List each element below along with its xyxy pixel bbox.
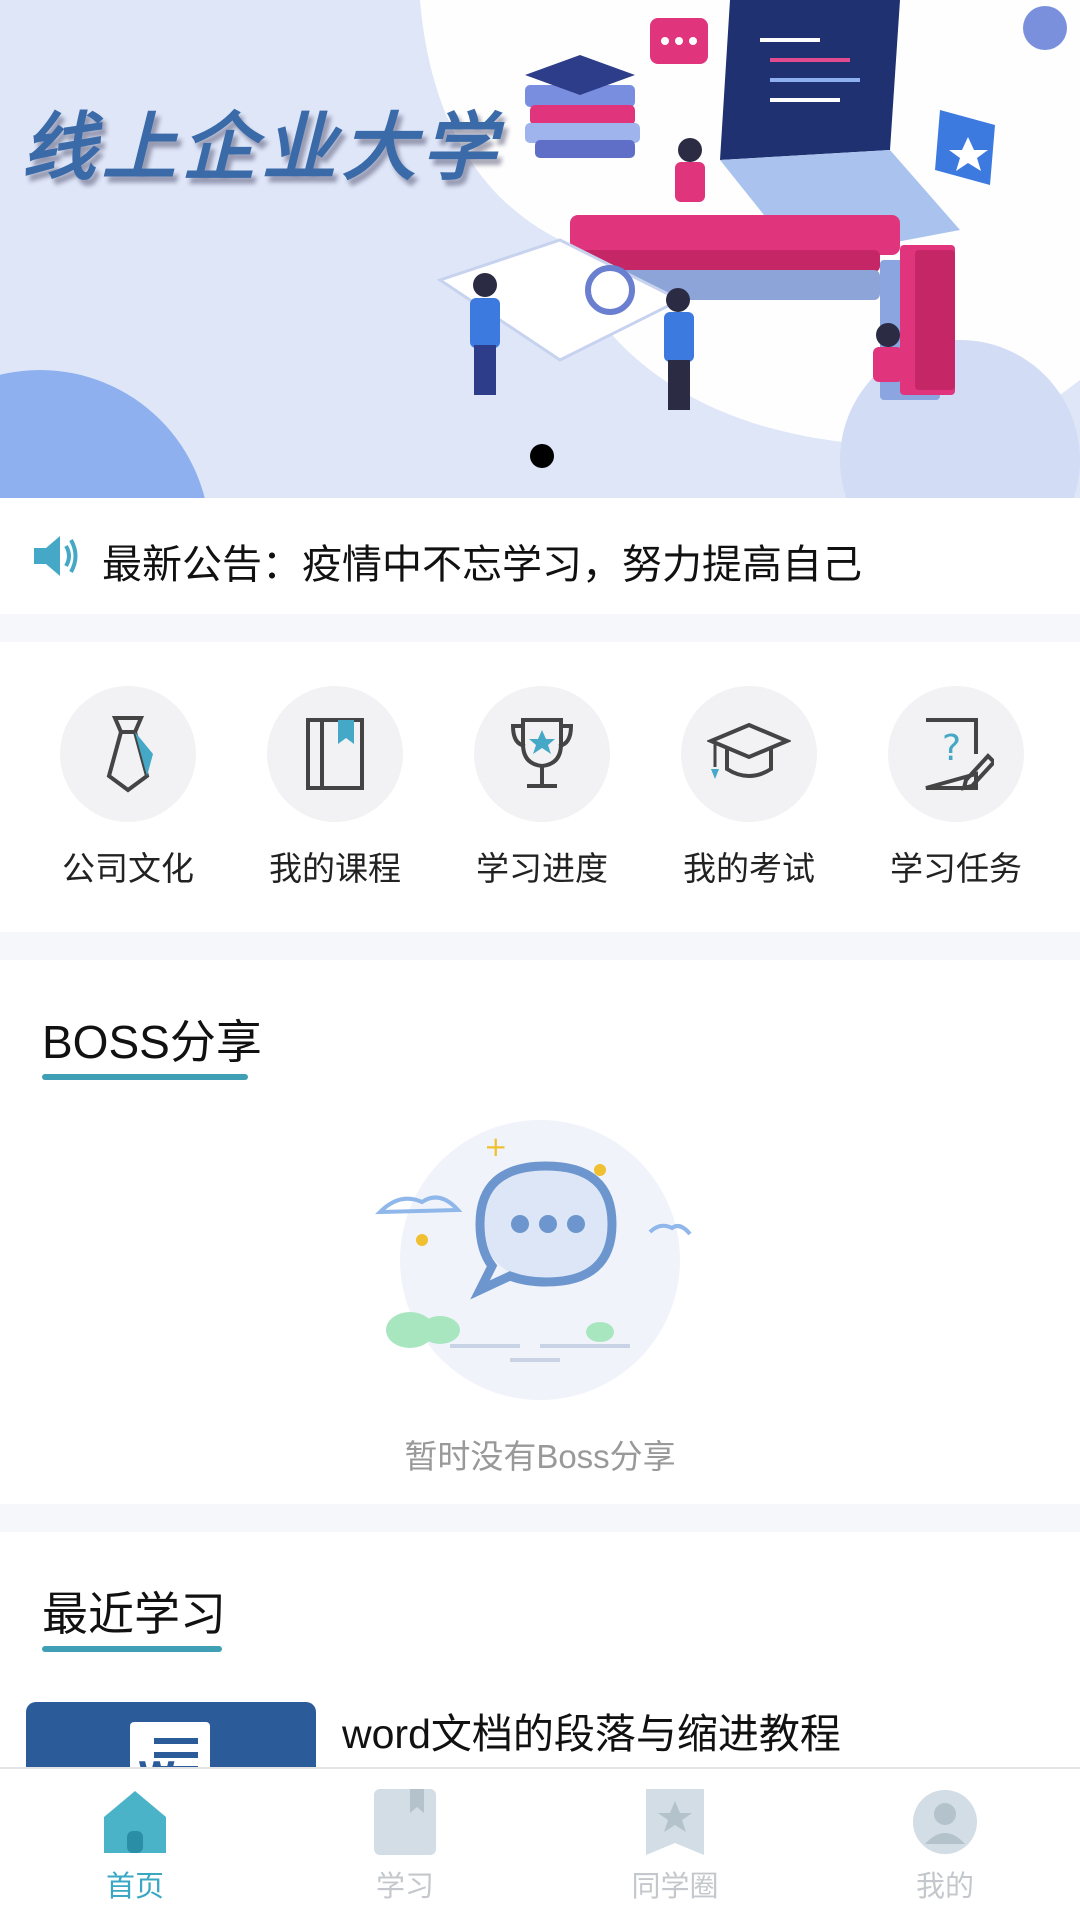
tab-label: 首页 — [105, 1871, 164, 1903]
task-edit-icon: ? — [925, 718, 994, 791]
menu-label: 学习进度 — [476, 850, 608, 887]
banner-carousel[interactable]: 线上企业大学 — [0, 0, 1080, 498]
section-underline — [42, 1074, 248, 1080]
trophy-icon — [510, 718, 574, 788]
menu-item-my-exams[interactable]: 我的考试 — [659, 686, 839, 890]
empty-state-text: 暂时没有Boss分享 — [404, 1438, 676, 1475]
boss-share-section: BOSS分享 + 暂时没有Boss分享 — [0, 960, 1080, 1504]
carousel-indicator[interactable] — [530, 444, 554, 468]
section-title: 最近学习 — [42, 1588, 226, 1640]
tab-profile[interactable]: 我的 — [845, 1787, 1045, 1905]
user-icon — [913, 1790, 977, 1854]
bookmark-icon — [374, 1789, 436, 1855]
book-icon — [306, 718, 364, 790]
speaker-icon — [32, 534, 80, 583]
tab-label: 学习 — [375, 1871, 434, 1903]
announcement-text: 最新公告：疫情中不忘学习，努力提高自己 — [102, 543, 862, 587]
announcement-bar[interactable]: 最新公告：疫情中不忘学习，努力提高自己 — [0, 498, 1080, 614]
menu-item-learning-progress[interactable]: 学习进度 — [452, 686, 632, 890]
menu-item-my-courses[interactable]: 我的课程 — [245, 686, 425, 890]
section-underline — [42, 1646, 222, 1652]
star-bookmark-icon — [646, 1789, 704, 1855]
svg-text:?: ? — [942, 728, 961, 769]
menu-label: 我的课程 — [269, 850, 401, 887]
tab-study[interactable]: 学习 — [305, 1787, 505, 1905]
tab-home[interactable]: 首页 — [35, 1787, 235, 1905]
tab-label: 同学圈 — [631, 1871, 719, 1903]
divider — [0, 614, 1080, 642]
menu-item-learning-tasks[interactable]: ? 学习任务 — [866, 686, 1046, 890]
empty-chat-illustration: + — [375, 1120, 692, 1400]
svg-text:+: + — [484, 1130, 507, 1163]
menu-label: 我的考试 — [683, 850, 815, 887]
bottom-tab-bar: 首页 学习 同学圈 我的 — [0, 1767, 1080, 1922]
graduation-cap-icon — [707, 722, 791, 779]
divider — [0, 1504, 1080, 1532]
banner-illustration — [0, 0, 1080, 498]
menu-item-company-culture[interactable]: 公司文化 — [38, 686, 218, 890]
section-title: BOSS分享 — [42, 1016, 262, 1068]
banner-title: 线上企业大学 — [22, 105, 502, 191]
divider — [0, 932, 1080, 960]
course-title[interactable]: word文档的段落与缩进教程 — [342, 1700, 841, 1760]
tie-icon — [106, 716, 153, 793]
tab-classmates[interactable]: 同学圈 — [575, 1787, 775, 1905]
quick-menu: 公司文化 我的课程 学习进度 我的考试 ? 学习任务 — [0, 642, 1080, 932]
menu-label: 公司文化 — [62, 850, 194, 887]
menu-label: 学习任务 — [890, 850, 1022, 887]
home-icon — [104, 1791, 166, 1853]
tab-label: 我的 — [915, 1871, 974, 1903]
